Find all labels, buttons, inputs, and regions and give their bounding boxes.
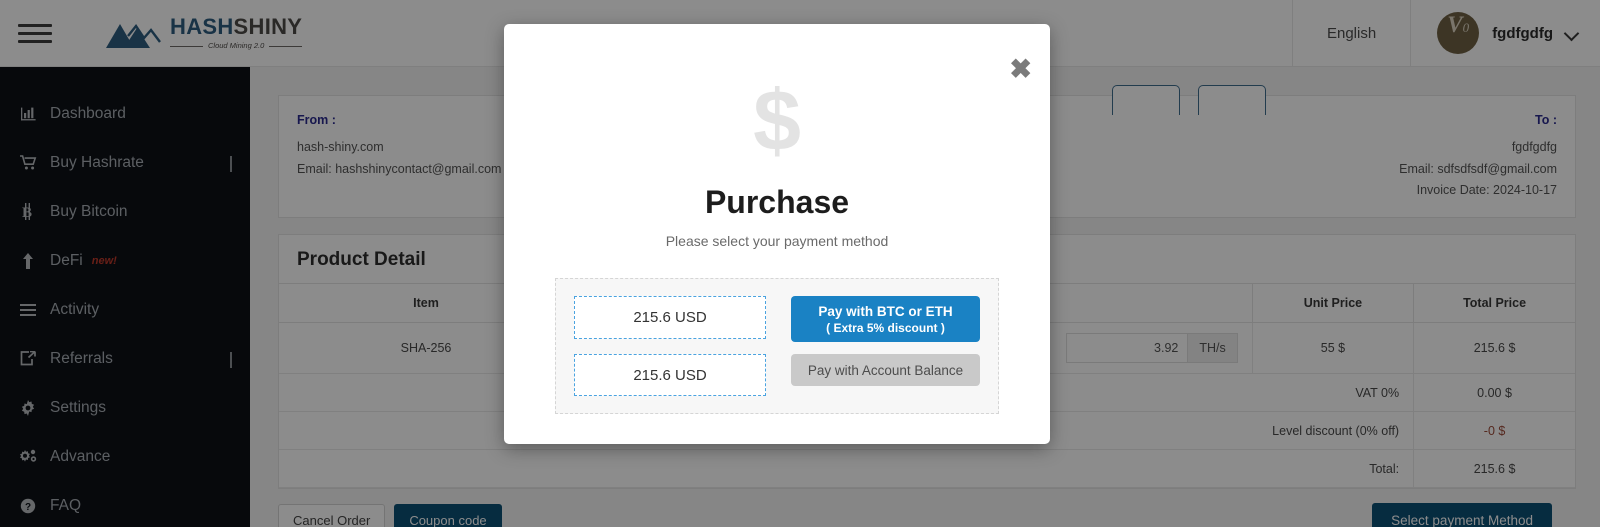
payment-option-crypto: 215.6 USD Pay with BTC or ETH ( Extra 5%… — [574, 296, 980, 342]
modal-title: Purchase — [704, 184, 850, 220]
dollar-sign-icon: $ — [753, 73, 801, 169]
pay-crypto-line1: Pay with BTC or ETH — [818, 303, 953, 319]
pay-balance-label: Pay with Account Balance — [807, 362, 964, 378]
pay-with-crypto-button[interactable]: Pay with BTC or ETH ( Extra 5% discount … — [791, 296, 980, 342]
crypto-amount-field[interactable]: 215.6 USD — [574, 296, 766, 339]
payment-option-balance: 215.6 USD Pay with Account Balance — [574, 354, 980, 396]
modal-subtitle: Please select your payment method — [665, 233, 889, 249]
close-icon[interactable]: ✖ — [1009, 56, 1032, 83]
app-root: HASHSHINY Cloud Mining 2.0 English V0 fg… — [0, 0, 1600, 527]
payment-options-box: 215.6 USD Pay with BTC or ETH ( Extra 5%… — [555, 278, 999, 414]
pay-with-account-balance-button[interactable]: Pay with Account Balance — [791, 354, 980, 386]
pay-crypto-line2: ( Extra 5% discount ) — [826, 320, 945, 335]
balance-amount-field[interactable]: 215.6 USD — [574, 354, 766, 396]
purchase-modal: ✖ $ Purchase Please select your payment … — [504, 24, 1050, 444]
